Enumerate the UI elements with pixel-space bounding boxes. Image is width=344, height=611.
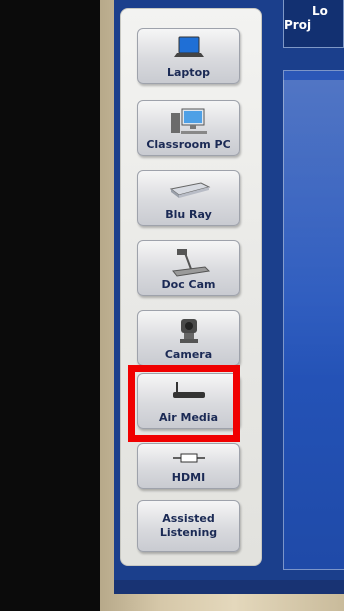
hdmi-cable-icon <box>171 450 207 469</box>
source-button-classroom-pc[interactable]: Classroom PC <box>137 100 240 156</box>
selection-highlight-box <box>128 365 240 442</box>
source-button-blu-ray[interactable]: Blu Ray <box>137 170 240 226</box>
desktop-pc-icon <box>167 107 211 141</box>
laptop-icon <box>171 35 207 67</box>
header-title-box: Lo Proj <box>283 0 344 48</box>
source-label: Classroom PC <box>146 138 231 151</box>
header-title-line1: Lo <box>312 4 328 18</box>
source-button-camera[interactable]: Camera <box>137 310 240 366</box>
label-line2: Listening <box>159 526 218 539</box>
source-label: Blu Ray <box>165 208 212 221</box>
label-line1: Assisted <box>162 512 215 525</box>
camera-icon <box>174 317 204 349</box>
source-button-hdmi[interactable]: HDMI <box>137 443 240 489</box>
source-label: Assisted Listening <box>138 512 239 540</box>
screen-bottom-edge <box>114 580 344 594</box>
source-label: Laptop <box>167 66 210 79</box>
source-label: Doc Cam <box>161 278 216 291</box>
header-title-line2: Proj <box>284 18 312 32</box>
blu-ray-player-icon <box>167 177 211 205</box>
source-label: Camera <box>164 348 213 361</box>
source-button-doc-cam[interactable]: Doc Cam <box>137 240 240 296</box>
source-button-assisted-listening[interactable]: Assisted Listening <box>137 500 240 552</box>
source-label: HDMI <box>171 471 206 484</box>
source-button-laptop[interactable]: Laptop <box>137 28 240 84</box>
main-display-panel <box>283 70 344 570</box>
